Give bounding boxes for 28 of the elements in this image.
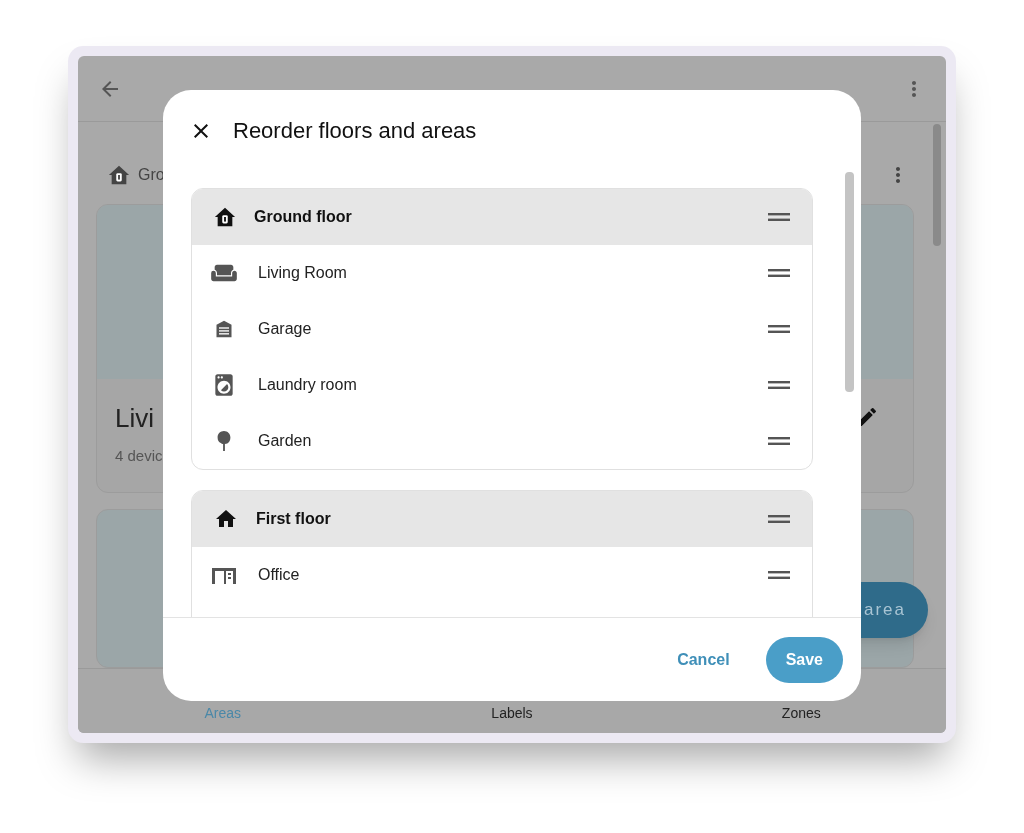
drag-handle-icon[interactable] [768,268,790,278]
area-subtitle: 4 devic [115,445,163,466]
floor-row[interactable]: Ground floor [192,189,812,245]
floor-name: Ground floor [254,207,353,227]
dialog-title: Reorder floors and areas [233,117,477,145]
area-name: Laundry room [257,375,358,395]
area-name: Office [257,565,301,585]
area-name: Garage [257,319,313,339]
floor-row[interactable]: First floor [192,491,812,547]
cancel-button[interactable]: Cancel [665,636,742,683]
drag-handle-icon[interactable] [768,324,790,334]
desk-icon [212,566,236,584]
garage-icon [214,319,234,339]
house-icon [214,206,236,228]
floor-name: First floor [256,509,332,529]
drag-handle-icon[interactable] [768,212,790,222]
drag-handle-icon[interactable] [768,514,790,524]
area-name: Living Room [257,263,348,283]
nav-tab[interactable]: Zones [656,703,946,724]
scrollbar-thumb[interactable] [844,172,854,392]
drag-handle-icon[interactable] [768,436,790,446]
drag-handle-icon[interactable] [768,570,790,580]
drag-handle-icon[interactable] [768,380,790,390]
area-name: Garden [257,431,313,451]
scrollbar-thumb[interactable] [933,124,941,246]
house-icon [108,163,130,186]
area-name: Livi [115,404,155,431]
nav-tab[interactable]: Labels [367,703,657,724]
